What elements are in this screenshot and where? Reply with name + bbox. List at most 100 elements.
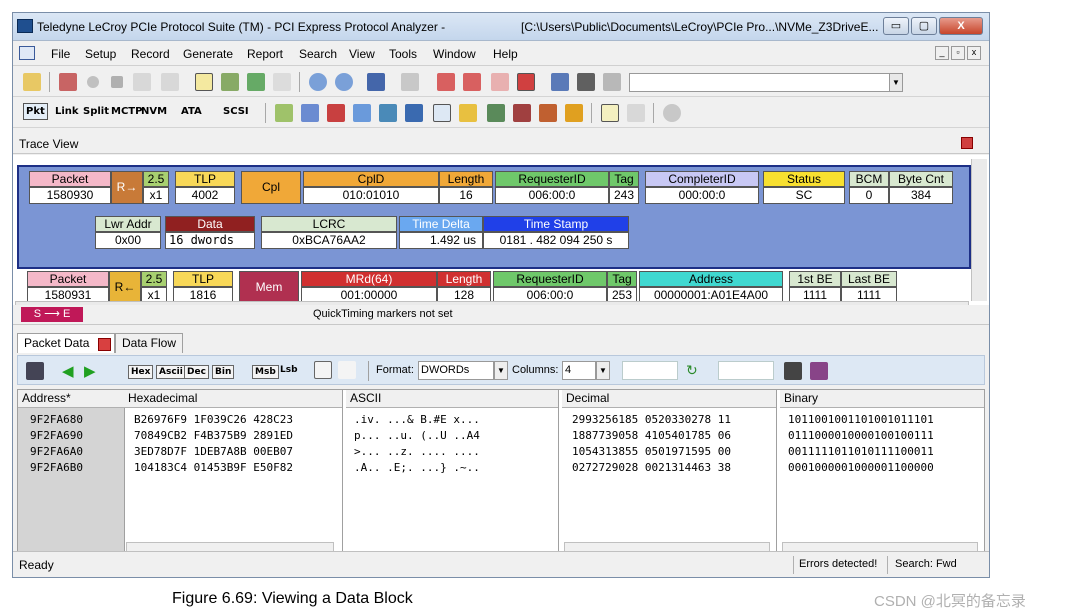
- hex-cell[interactable]: 3ED78D7F 1DEB7A8B 00EB07: [134, 444, 293, 460]
- check-icon[interactable]: [275, 104, 293, 122]
- hex-button[interactable]: Hex: [128, 365, 154, 379]
- binary-cell[interactable]: 1011001001101001011101: [788, 412, 934, 428]
- ascii-column-header[interactable]: ASCII: [346, 390, 558, 408]
- find-next-icon[interactable]: [810, 362, 828, 380]
- menu-search[interactable]: Search: [299, 47, 337, 61]
- tree-icon[interactable]: [627, 104, 645, 122]
- menu-window[interactable]: Window: [433, 47, 476, 61]
- search-packet-icon[interactable]: [367, 73, 385, 91]
- traffic-icon[interactable]: [327, 104, 345, 122]
- goto-input[interactable]: [622, 361, 678, 380]
- packet-row[interactable]: Packet 1580930 R→ 2.5 x1 TLP 4002 Cpl Cp…: [17, 165, 971, 269]
- quicktiming-marker[interactable]: S ⟶ E: [21, 307, 83, 322]
- find-icon[interactable]: [577, 73, 595, 91]
- menu-help[interactable]: Help: [493, 47, 518, 61]
- filter-icon[interactable]: [161, 73, 179, 91]
- decimal-cell[interactable]: 1887739058 4105401785 06: [572, 428, 731, 444]
- columns-select[interactable]: 4: [562, 361, 596, 380]
- find-input[interactable]: [718, 361, 774, 380]
- record-icon[interactable]: [87, 76, 99, 88]
- close-icon[interactable]: [98, 338, 111, 351]
- decode-icon[interactable]: [539, 104, 557, 122]
- ascii-button[interactable]: Ascii: [156, 365, 186, 379]
- address-column-header[interactable]: Address*: [18, 390, 124, 408]
- stats-icon[interactable]: [405, 104, 423, 122]
- hide-icon[interactable]: [437, 73, 455, 91]
- byte-order-icon[interactable]: [314, 361, 332, 379]
- record-setup-icon[interactable]: [59, 73, 77, 91]
- chevron-down-icon[interactable]: ▼: [596, 361, 610, 380]
- zoom-in-icon[interactable]: [309, 73, 327, 91]
- config-space-icon[interactable]: [601, 104, 619, 122]
- hex-column-header[interactable]: Hexadecimal: [124, 390, 342, 408]
- status-errors[interactable]: Errors detected!: [799, 558, 877, 570]
- ascii-cell[interactable]: >... ..z. .... ....: [354, 444, 480, 460]
- decimal-cell[interactable]: 0272729028 0021314463 38: [572, 460, 731, 476]
- menu-report[interactable]: Report: [247, 47, 283, 61]
- vertical-scrollbar[interactable]: [971, 159, 987, 301]
- menu-tools[interactable]: Tools: [389, 47, 417, 61]
- hex-cell[interactable]: 70849CB2 F4B375B9 2891ED: [134, 428, 293, 444]
- lsb-button[interactable]: Lsb: [280, 365, 298, 375]
- hide-idle-icon[interactable]: [491, 73, 509, 91]
- ata-view-button[interactable]: ATA: [181, 106, 202, 117]
- minimize-button[interactable]: ▭: [883, 17, 909, 35]
- binary-column-header[interactable]: Binary: [780, 390, 984, 408]
- dec-button[interactable]: Dec: [184, 365, 209, 379]
- bin-button[interactable]: Bin: [212, 365, 235, 379]
- mdi-close-icon[interactable]: x: [967, 46, 981, 60]
- find-icon[interactable]: [784, 362, 802, 380]
- chevron-down-icon[interactable]: ▼: [494, 361, 508, 380]
- word-order-icon[interactable]: [338, 361, 356, 379]
- msb-button[interactable]: Msb: [252, 365, 279, 379]
- tab-packet-data[interactable]: Packet Data: [17, 333, 115, 353]
- data-view-icon[interactable]: [433, 104, 451, 122]
- hex-cell[interactable]: 104183C4 01453B9F E50F82: [134, 460, 293, 476]
- ascii-cell[interactable]: .A.. .E;. ...} .~..: [354, 460, 480, 476]
- mctp-view-button[interactable]: MCTP: [111, 106, 142, 117]
- decimal-cell[interactable]: 1054313855 0501971595 00: [572, 444, 731, 460]
- zoom-out-icon[interactable]: [335, 73, 353, 91]
- hide-skip-icon[interactable]: [463, 73, 481, 91]
- decimal-column-header[interactable]: Decimal: [562, 390, 776, 408]
- find-next-icon[interactable]: [401, 73, 419, 91]
- binary-cell[interactable]: 0111000010000100100111: [788, 428, 934, 444]
- forward-arrow-icon[interactable]: ▶: [84, 362, 96, 380]
- pkt-view-button[interactable]: Pkt: [23, 103, 48, 120]
- format-select[interactable]: DWORDs: [418, 361, 494, 380]
- link-view-icon[interactable]: [221, 73, 239, 91]
- packet-row[interactable]: Packet 1580931 R← 2.5 x1 TLP 1816 Mem MR…: [19, 271, 965, 301]
- chevron-down-icon[interactable]: ▼: [889, 74, 902, 91]
- ascii-cell[interactable]: .iv. ...& B.#E x...: [354, 412, 480, 428]
- split-view-icon[interactable]: [247, 73, 265, 91]
- goto-icon[interactable]: [551, 73, 569, 91]
- save-icon[interactable]: [26, 362, 44, 380]
- ordered-sets-icon[interactable]: [513, 104, 531, 122]
- navigator-icon[interactable]: [459, 104, 477, 122]
- packet-view-icon[interactable]: [195, 73, 213, 91]
- goto-arrow-icon[interactable]: ↻: [686, 362, 698, 379]
- menu-file[interactable]: File: [51, 47, 70, 61]
- menu-generate[interactable]: Generate: [183, 47, 233, 61]
- lts-icon[interactable]: [487, 104, 505, 122]
- search-combo[interactable]: [629, 73, 903, 92]
- binary-cell[interactable]: 0001000001000001100000: [788, 460, 934, 476]
- bus-util-icon[interactable]: [301, 104, 319, 122]
- scsi-view-button[interactable]: SCSI: [223, 106, 249, 117]
- decimal-cell[interactable]: 2993256185 0520330278 11: [572, 412, 731, 428]
- hide-errors-icon[interactable]: [517, 73, 535, 91]
- split-view-button[interactable]: Split: [83, 106, 109, 117]
- tab-data-flow[interactable]: Data Flow: [115, 333, 184, 353]
- stop-icon[interactable]: [111, 76, 123, 88]
- close-pane-icon[interactable]: [961, 137, 973, 149]
- find-settings-icon[interactable]: [603, 73, 621, 91]
- close-button[interactable]: X: [939, 17, 983, 35]
- ascii-cell[interactable]: p... ..u. (..U ..A4: [354, 428, 480, 444]
- data-value[interactable]: 16 dwords: [165, 232, 255, 249]
- back-arrow-icon[interactable]: ◀: [62, 362, 74, 380]
- link-view-button[interactable]: Link: [55, 106, 79, 117]
- doc-icon[interactable]: [19, 46, 35, 60]
- layout-icon[interactable]: [273, 73, 291, 91]
- maximize-button[interactable]: ▢: [911, 17, 937, 35]
- menu-record[interactable]: Record: [131, 47, 170, 61]
